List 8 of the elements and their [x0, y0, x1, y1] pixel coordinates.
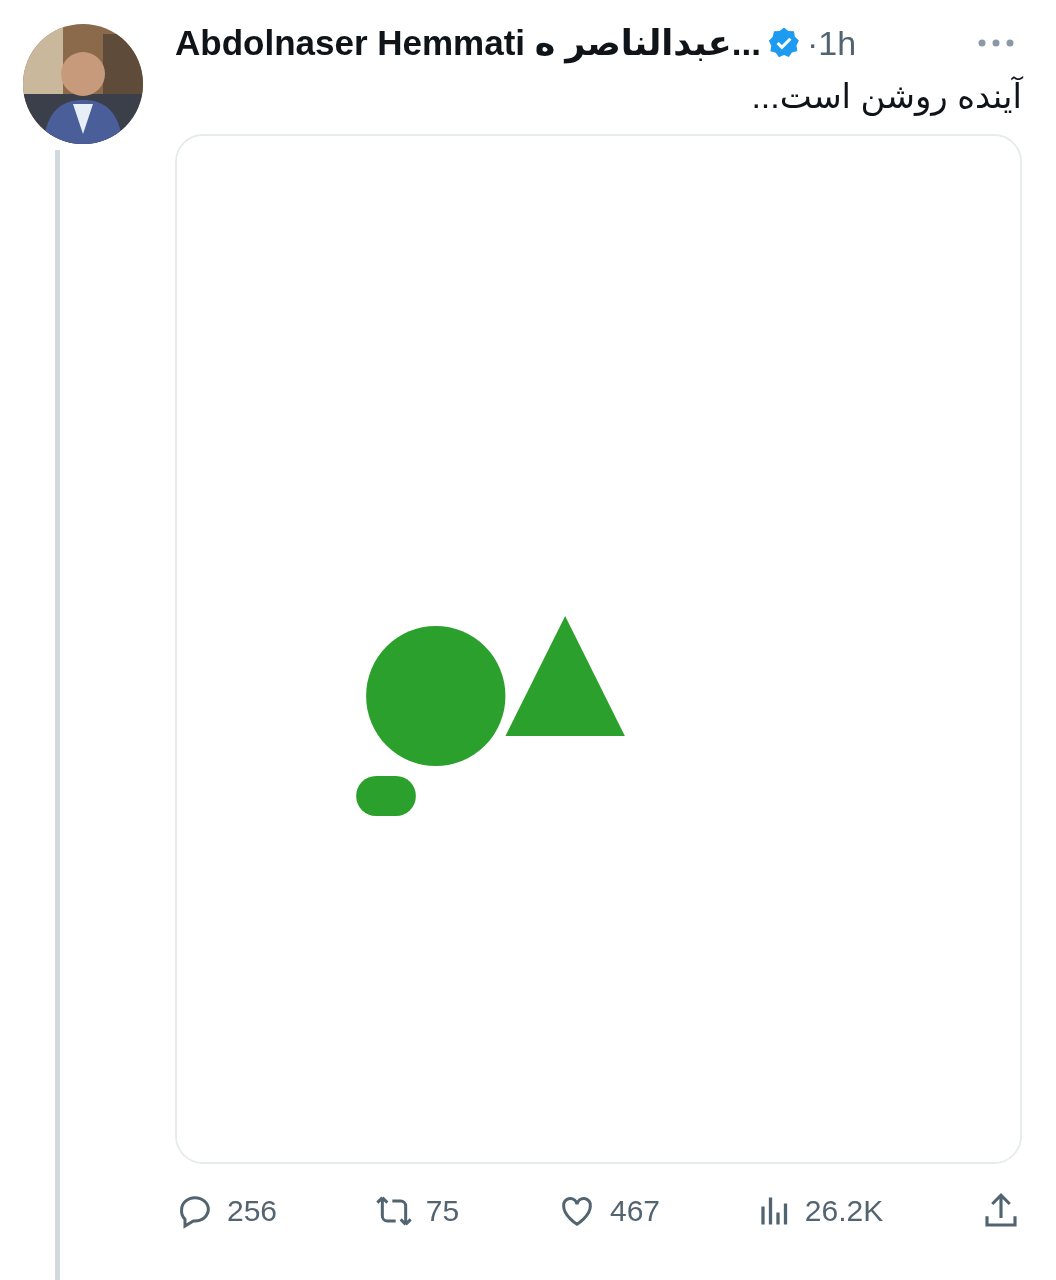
retweet-button[interactable]: 75: [373, 1191, 460, 1231]
like-button[interactable]: 467: [555, 1191, 661, 1231]
views-button[interactable]: 26.2K: [756, 1191, 884, 1231]
author-name[interactable]: Abdolnaser Hemmati عبدالناصر ه...: [175, 23, 761, 63]
reply-button[interactable]: 256: [175, 1191, 278, 1231]
post-time: ·1h: [806, 23, 857, 63]
more-icon[interactable]: [976, 37, 1016, 49]
tweet-text: آینده روشن است...: [750, 76, 1022, 116]
